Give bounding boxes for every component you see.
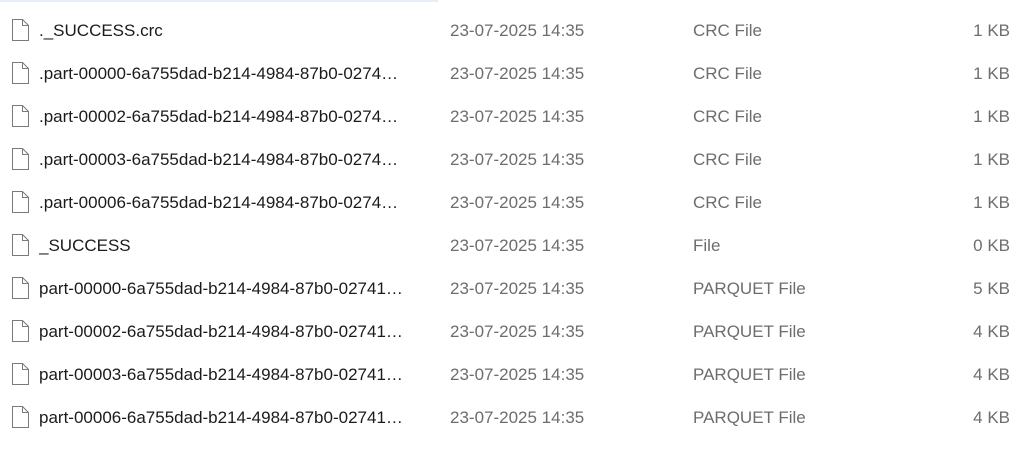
- file-icon: [11, 320, 29, 342]
- file-size: 4 KB: [973, 408, 1010, 427]
- file-size: 5 KB: [973, 279, 1010, 298]
- file-row[interactable]: .part-00002-6a755dad-b214-4984-87b0-0274…: [0, 95, 1036, 138]
- file-date-modified: 23-07-2025 14:35: [450, 193, 585, 212]
- file-date-modified: 23-07-2025 14:35: [450, 279, 585, 298]
- column-header-edge: [0, 0, 1036, 2]
- file-date-modified: 23-07-2025 14:35: [450, 21, 585, 40]
- file-size: 0 KB: [973, 236, 1010, 255]
- file-icon: [11, 277, 29, 299]
- file-date-modified: 23-07-2025 14:35: [450, 64, 585, 83]
- file-name: .part-00000-6a755dad-b214-4984-87b0-0274…: [39, 64, 399, 83]
- file-name: .part-00002-6a755dad-b214-4984-87b0-0274…: [39, 107, 399, 126]
- file-name: _SUCCESS: [39, 236, 131, 255]
- file-row[interactable]: part-00000-6a755dad-b214-4984-87b0-02741…: [0, 267, 1036, 310]
- file-type: CRC File: [693, 107, 762, 126]
- file-name: ._SUCCESS.crc: [39, 21, 163, 40]
- file-date-modified: 23-07-2025 14:35: [450, 107, 585, 126]
- file-icon: [11, 148, 29, 170]
- file-type: CRC File: [693, 193, 762, 212]
- file-icon: [11, 105, 29, 127]
- file-size: 1 KB: [973, 193, 1010, 212]
- file-date-modified: 23-07-2025 14:35: [450, 150, 585, 169]
- file-size: 1 KB: [973, 107, 1010, 126]
- file-date-modified: 23-07-2025 14:35: [450, 408, 585, 427]
- file-row[interactable]: part-00003-6a755dad-b214-4984-87b0-02741…: [0, 353, 1036, 396]
- file-type: CRC File: [693, 64, 762, 83]
- file-type: CRC File: [693, 150, 762, 169]
- file-row[interactable]: .part-00006-6a755dad-b214-4984-87b0-0274…: [0, 181, 1036, 224]
- file-size: 1 KB: [973, 150, 1010, 169]
- file-list: ._SUCCESS.crc 23-07-2025 14:35 CRC File …: [0, 9, 1036, 439]
- file-row[interactable]: part-00006-6a755dad-b214-4984-87b0-02741…: [0, 396, 1036, 439]
- file-name: part-00002-6a755dad-b214-4984-87b0-02741…: [39, 322, 403, 341]
- file-icon: [11, 19, 29, 41]
- file-type: PARQUET File: [693, 365, 806, 384]
- file-row[interactable]: part-00002-6a755dad-b214-4984-87b0-02741…: [0, 310, 1036, 353]
- file-date-modified: 23-07-2025 14:35: [450, 365, 585, 384]
- file-size: 4 KB: [973, 365, 1010, 384]
- file-row[interactable]: ._SUCCESS.crc 23-07-2025 14:35 CRC File …: [0, 9, 1036, 52]
- file-size: 4 KB: [973, 322, 1010, 341]
- file-name: .part-00003-6a755dad-b214-4984-87b0-0274…: [39, 150, 399, 169]
- file-date-modified: 23-07-2025 14:35: [450, 322, 585, 341]
- file-name: part-00000-6a755dad-b214-4984-87b0-02741…: [39, 279, 403, 298]
- file-icon: [11, 363, 29, 385]
- file-icon: [11, 234, 29, 256]
- file-icon: [11, 406, 29, 428]
- file-type: File: [693, 236, 721, 255]
- file-type: CRC File: [693, 21, 762, 40]
- file-row[interactable]: .part-00000-6a755dad-b214-4984-87b0-0274…: [0, 52, 1036, 95]
- file-size: 1 KB: [973, 64, 1010, 83]
- file-size: 1 KB: [973, 21, 1010, 40]
- file-row[interactable]: .part-00003-6a755dad-b214-4984-87b0-0274…: [0, 138, 1036, 181]
- file-name: part-00003-6a755dad-b214-4984-87b0-02741…: [39, 365, 403, 384]
- file-type: PARQUET File: [693, 322, 806, 341]
- file-type: PARQUET File: [693, 279, 806, 298]
- file-date-modified: 23-07-2025 14:35: [450, 236, 585, 255]
- file-row[interactable]: _SUCCESS 23-07-2025 14:35 File 0 KB: [0, 224, 1036, 267]
- file-icon: [11, 62, 29, 84]
- file-name: part-00006-6a755dad-b214-4984-87b0-02741…: [39, 408, 403, 427]
- header-divider-name: [0, 0, 438, 2]
- file-icon: [11, 191, 29, 213]
- file-type: PARQUET File: [693, 408, 806, 427]
- file-name: .part-00006-6a755dad-b214-4984-87b0-0274…: [39, 193, 399, 212]
